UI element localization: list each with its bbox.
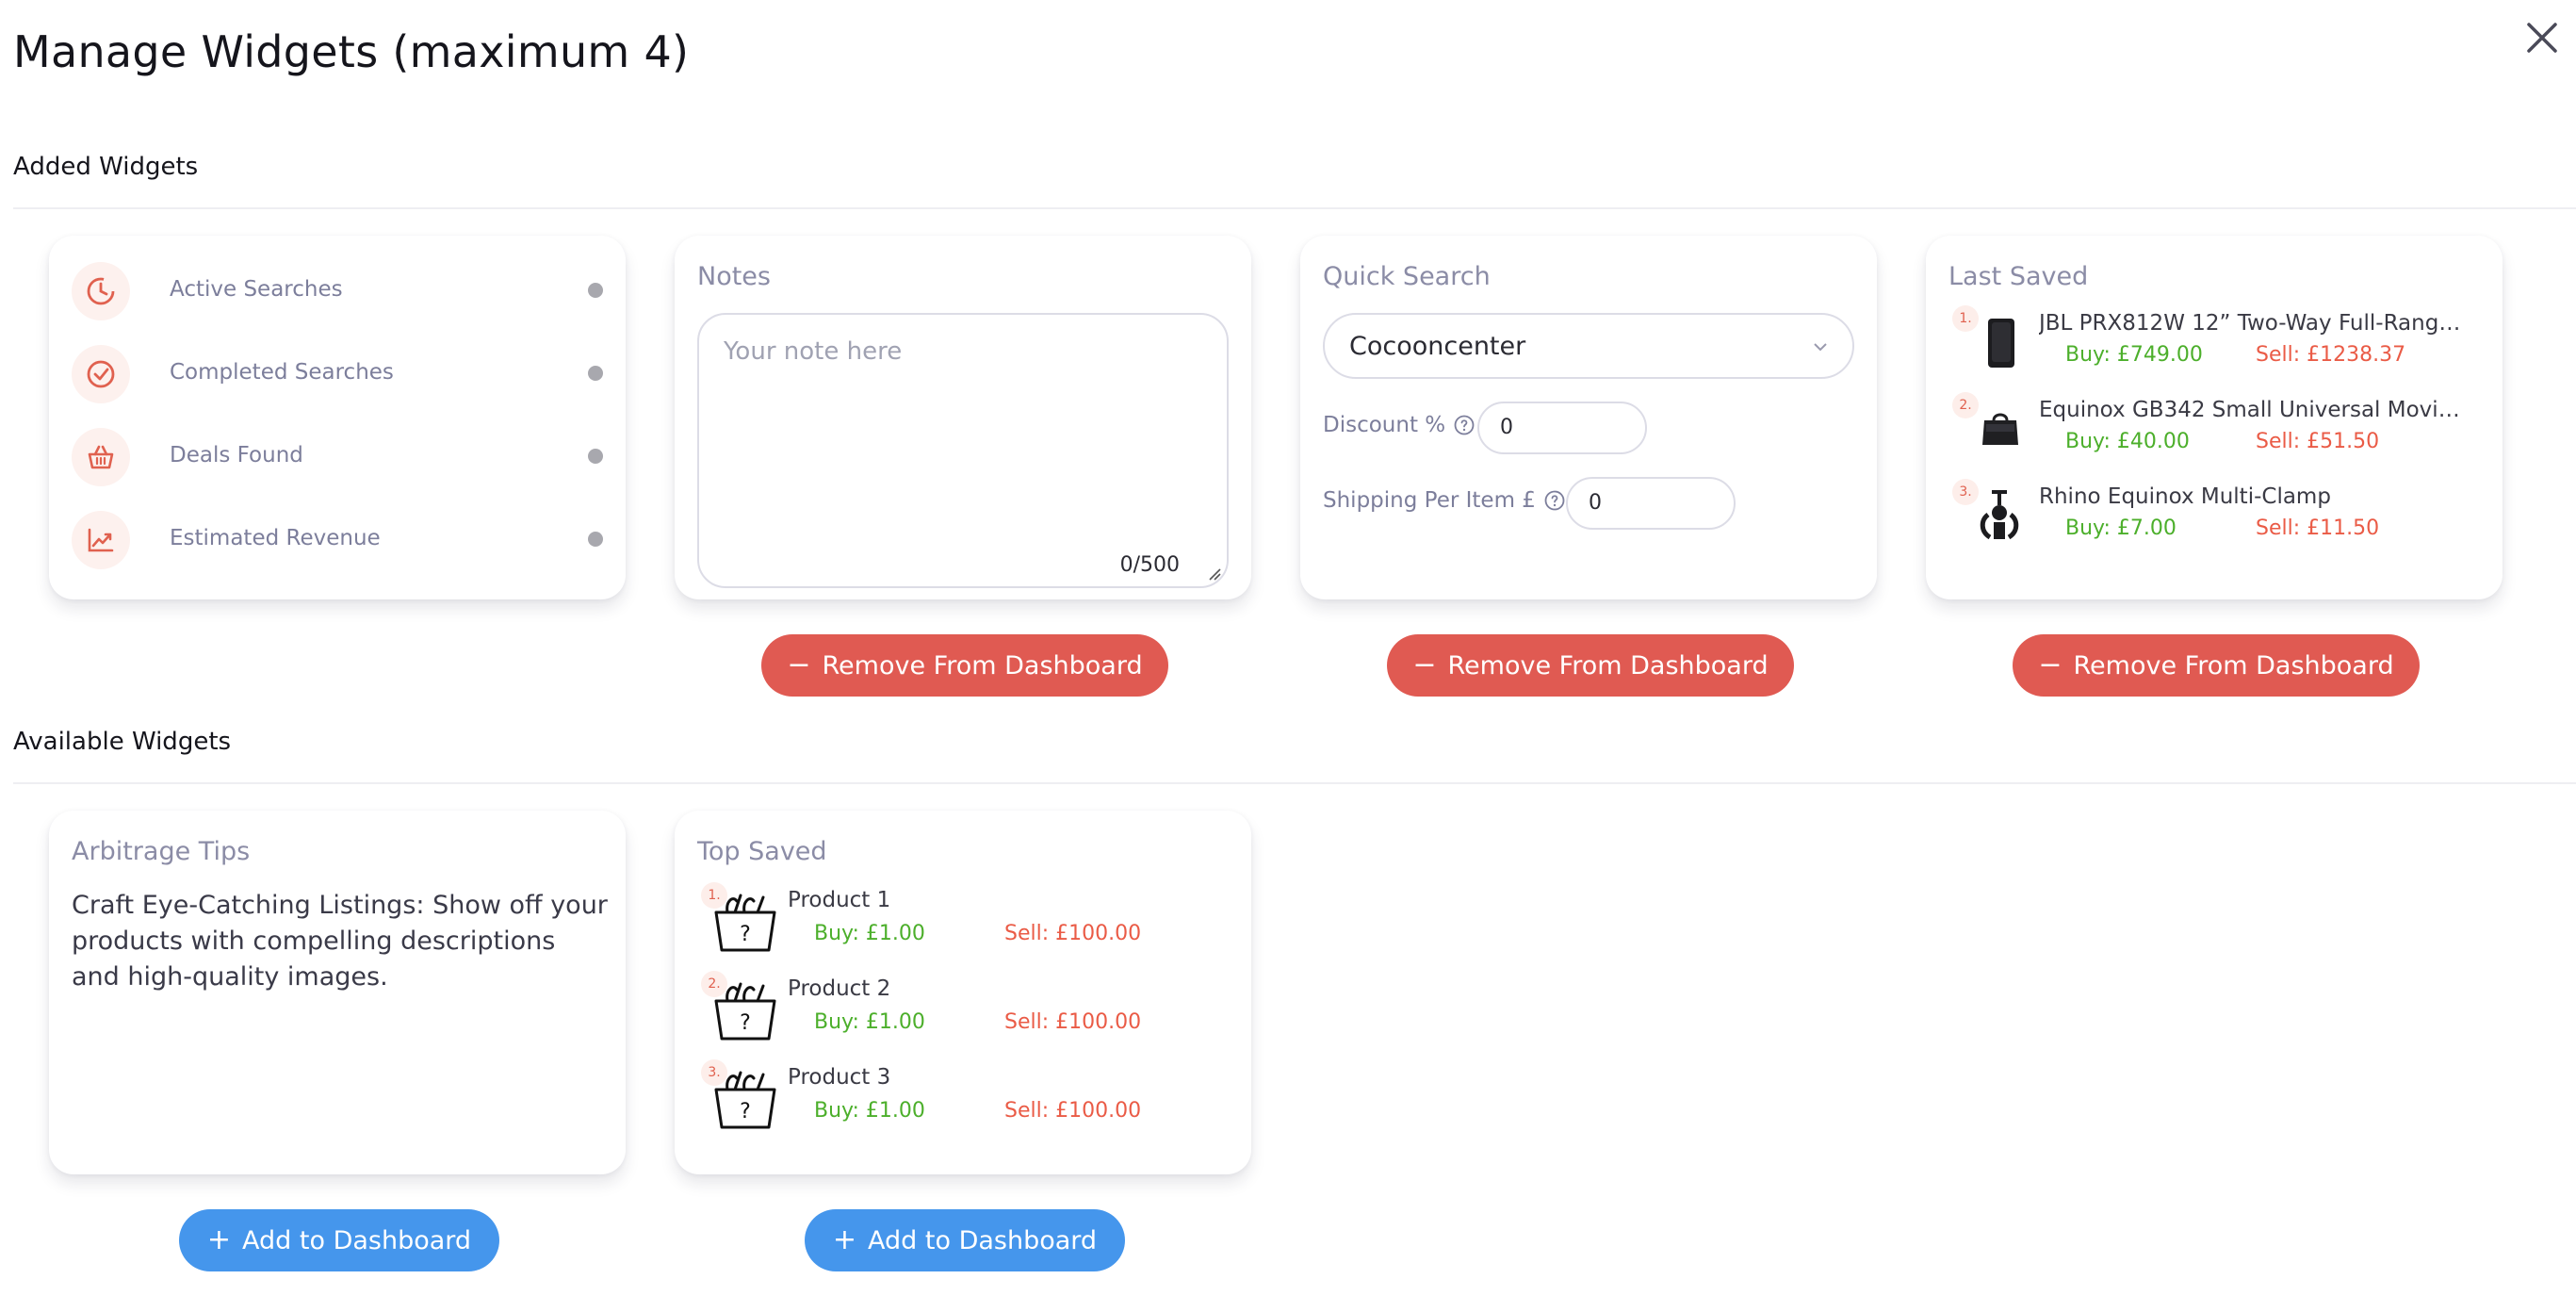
check-circle-icon [72,345,130,403]
stat-label: Deals Found [170,443,303,467]
product-name: Rhino Equinox Multi-Clamp [2039,484,2331,509]
buy-price: Buy: £749.00 [2065,343,2203,367]
top-saved-title: Top Saved [697,837,827,866]
shipping-label: Shipping Per Item £ [1323,488,1566,513]
page-title: Manage Widgets (maximum 4) [13,26,690,77]
clock-icon [72,262,130,320]
basket-question-icon: ? [714,1071,776,1129]
product-name: Product 2 [788,976,891,1001]
shipping-input[interactable]: 0 [1566,477,1736,530]
add-tips-button[interactable]: + Add to Dashboard [179,1209,499,1271]
buy-price: Buy: £40.00 [2065,430,2190,453]
bag-image [1982,413,2018,445]
basket-question-icon: ? [714,982,776,1041]
list-item[interactable]: 2. Equinox GB342 Small Universal Moving … [1948,392,2486,467]
buy-price: Buy: £7.00 [2065,517,2177,540]
status-dot [588,366,603,381]
notes-title: Notes [697,262,771,291]
stat-label: Completed Searches [170,360,394,385]
speaker-image [1988,319,2014,368]
buy-price: Buy: £1.00 [814,1099,925,1123]
product-name: Product 3 [788,1065,891,1090]
plus-icon: + [832,1223,857,1256]
buy-price: Buy: £1.00 [814,1010,925,1034]
close-icon[interactable] [2521,17,2563,58]
stat-completed-searches: Completed Searches [72,345,603,405]
tips-text: Craft Eye-Catching Listings: Show off yo… [72,891,608,992]
sell-price: Sell: £1238.37 [2256,343,2406,367]
list-item[interactable]: 1. ? Product 1 Buy: £1.00 Sell: £100.00 [697,882,1234,958]
status-dot [588,283,603,298]
top-saved-widget: Top Saved 1. ? Product 1 Buy: £1.00 Sell… [675,811,1251,1174]
chevron-down-icon [1814,343,1827,352]
store-select-value: Cocooncenter [1349,332,1526,361]
tips-title: Arbitrage Tips [72,837,251,866]
discount-label: Discount % [1323,413,1475,437]
character-count: 0/500 [1119,553,1180,577]
list-item[interactable]: 2. ? Product 2 Buy: £1.00 Sell: £100.00 [697,971,1234,1046]
quick-search-title: Quick Search [1323,262,1491,291]
clamp-image [1980,490,2019,540]
sell-price: Sell: £100.00 [1004,1099,1142,1123]
button-label: Add to Dashboard [242,1225,472,1255]
stat-label: Estimated Revenue [170,526,381,550]
help-icon[interactable] [1453,414,1475,436]
list-item[interactable]: 3. Rhino Equinox Multi-Clamp Buy: £7.00 … [1948,479,2486,554]
arbitrage-tips-widget: Arbitrage Tips Craft Eye-Catching Listin… [49,811,626,1174]
minus-icon: − [1412,648,1437,681]
trend-chart-icon [72,511,130,569]
plus-icon: + [206,1223,232,1256]
divider [13,207,2576,209]
button-label: Add to Dashboard [868,1225,1098,1255]
discount-label-text: Discount % [1323,413,1446,437]
stat-active-searches: Active Searches [72,262,603,322]
quick-search-widget: Quick Search Cocooncenter Discount % 0 S… [1300,236,1877,599]
stat-label: Active Searches [170,277,343,302]
sell-price: Sell: £100.00 [1004,1010,1142,1034]
divider [13,782,2576,784]
button-label: Remove From Dashboard [2073,650,2394,681]
stat-deals-found: Deals Found [72,428,603,488]
last-saved-title: Last Saved [1948,262,2089,291]
notes-widget: Notes Your note here 0/500 [675,236,1251,599]
list-item[interactable]: 3. ? Product 3 Buy: £1.00 Sell: £100.00 [697,1059,1234,1135]
product-name: Equinox GB342 Small Universal Moving Hea… [2039,398,2472,422]
last-saved-widget: Last Saved 1. JBL PRX812W 12” Two-Way Fu… [1926,236,2503,599]
sell-price: Sell: £11.50 [2256,517,2380,540]
minus-icon: − [787,648,811,681]
button-label: Remove From Dashboard [822,650,1143,681]
svg-text:?: ? [740,1100,751,1123]
basket-icon [72,428,130,486]
stats-widget: Active Searches Completed Searches Deals… [49,236,626,599]
buy-price: Buy: £1.00 [814,922,925,945]
status-dot [588,532,603,547]
svg-text:?: ? [740,923,751,946]
sell-price: Sell: £100.00 [1004,922,1142,945]
product-name: Product 1 [788,888,891,912]
status-dot [588,449,603,464]
store-select[interactable]: Cocooncenter [1323,313,1854,379]
sell-price: Sell: £51.50 [2256,430,2380,453]
button-label: Remove From Dashboard [1447,650,1769,681]
add-top-saved-button[interactable]: + Add to Dashboard [805,1209,1125,1271]
discount-input[interactable]: 0 [1477,402,1647,454]
remove-last-saved-button[interactable]: − Remove From Dashboard [2013,634,2420,697]
shipping-value: 0 [1589,491,1602,515]
list-item[interactable]: 1. JBL PRX812W 12” Two-Way Full-Range Po… [1948,305,2486,381]
notes-textarea[interactable]: Your note here 0/500 [697,313,1229,588]
remove-quick-search-button[interactable]: − Remove From Dashboard [1387,634,1794,697]
available-widgets-heading: Available Widgets [13,728,232,756]
product-name: JBL PRX812W 12” Two-Way Full-Range Power… [2039,311,2472,336]
minus-icon: − [2038,648,2062,681]
svg-text:?: ? [740,1011,751,1035]
basket-question-icon: ? [714,894,776,952]
help-icon[interactable] [1543,489,1566,512]
shipping-label-text: Shipping Per Item £ [1323,488,1536,513]
stat-estimated-revenue: Estimated Revenue [72,511,603,571]
discount-value: 0 [1500,416,1513,439]
added-widgets-heading: Added Widgets [13,153,199,181]
notes-placeholder: Your note here [724,337,903,366]
remove-notes-button[interactable]: − Remove From Dashboard [761,634,1168,697]
resize-handle-icon[interactable] [1208,567,1221,581]
